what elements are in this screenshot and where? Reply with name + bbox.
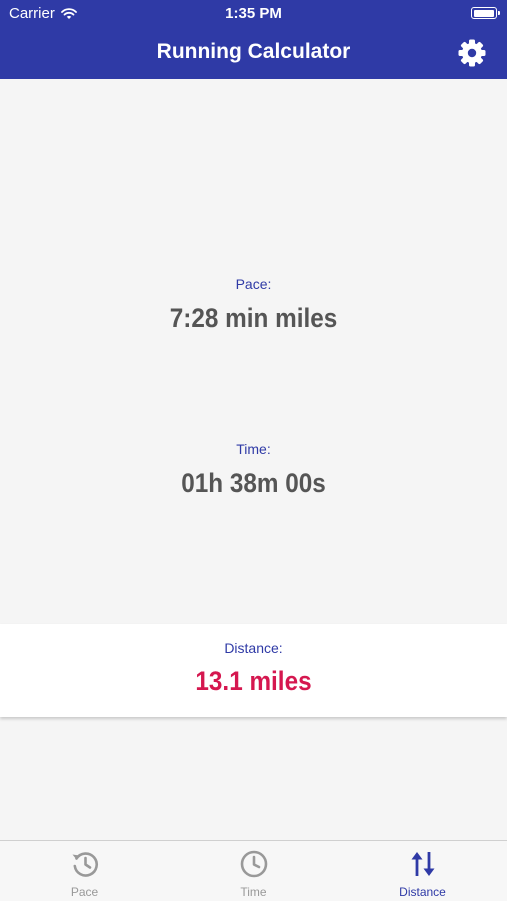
tab-distance-label: Distance — [399, 885, 446, 899]
status-time: 1:35 PM — [225, 5, 282, 22]
pace-value: 7:28 min miles — [169, 303, 338, 333]
time-label: Time: — [236, 441, 271, 457]
distance-value: 13.1 miles — [195, 666, 312, 696]
pace-result[interactable]: Pace: 7:28 min miles — [0, 276, 507, 334]
tab-distance[interactable]: Distance — [338, 841, 507, 901]
history-icon — [72, 852, 98, 877]
pace-label: Pace: — [235, 276, 272, 292]
clock-icon — [240, 850, 267, 878]
time-value: 01h 38m 00s — [181, 468, 326, 498]
status-bar: Carrier 1:35 PM — [0, 0, 507, 28]
gear-icon[interactable] — [457, 38, 487, 68]
tab-pace[interactable]: Pace — [0, 841, 169, 901]
battery-fill — [473, 9, 494, 17]
swap-vertical-icon — [411, 852, 434, 876]
time-result[interactable]: Time: 01h 38m 00s — [0, 441, 507, 499]
tab-bar: Pace Time Distance — [0, 840, 507, 901]
tab-time[interactable]: Time — [169, 841, 338, 901]
distance-label: Distance: — [224, 640, 283, 656]
tab-pace-label: Pace — [70, 885, 99, 899]
tab-time-label: Time — [240, 885, 267, 899]
distance-result[interactable]: Distance: 13.1 miles — [0, 624, 507, 717]
top-bar: Carrier 1:35 PM Running Calculator — [0, 0, 507, 79]
page-title: Running Calculator — [156, 40, 351, 63]
battery-icon — [471, 7, 500, 19]
